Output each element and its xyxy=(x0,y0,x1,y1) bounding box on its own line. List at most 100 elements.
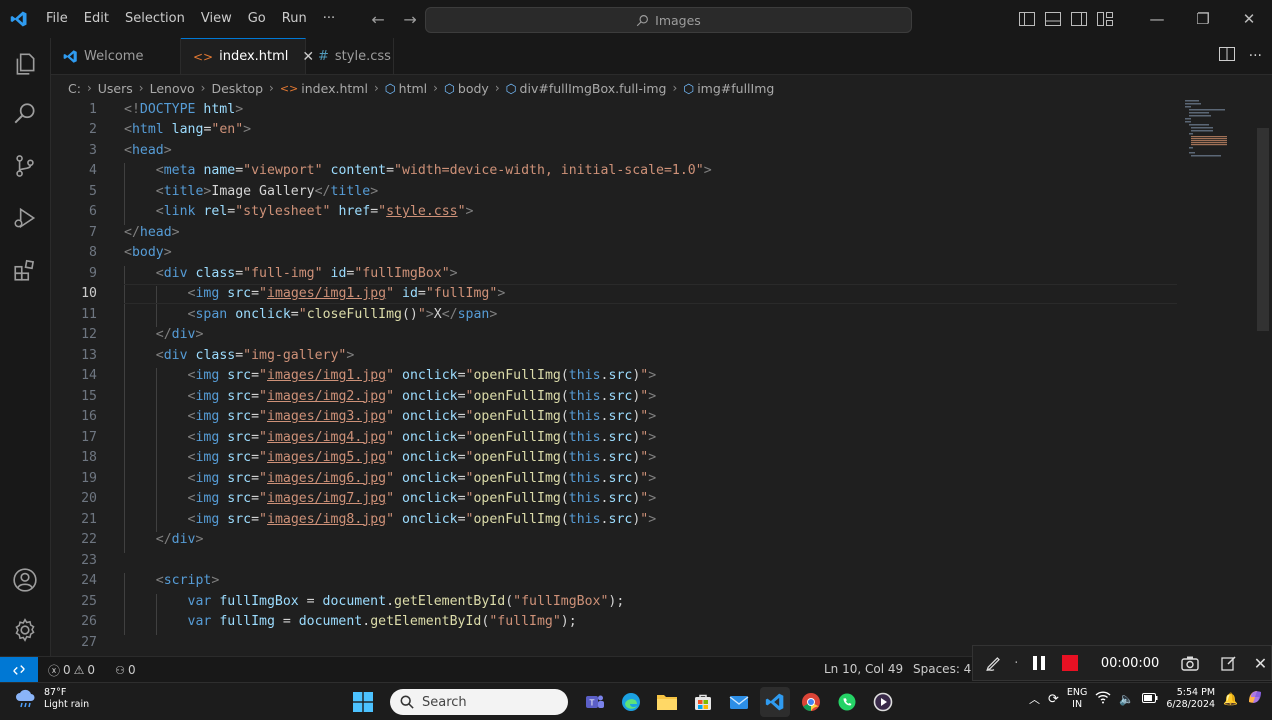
code-line[interactable]: 5 <title>Image Gallery</title> xyxy=(51,181,1257,205)
restore-icon[interactable]: ❐ xyxy=(1180,0,1226,38)
ports-status[interactable]: ⚇ 0 xyxy=(109,663,142,677)
chrome-icon[interactable] xyxy=(796,687,826,717)
code-line[interactable]: 10 <img src="images/img1.jpg" id="fullIm… xyxy=(51,283,1257,307)
cursor-position[interactable]: Ln 10, Col 49 xyxy=(818,662,909,676)
indentation[interactable]: Spaces: 4 xyxy=(907,662,977,676)
mail-icon[interactable] xyxy=(724,687,754,717)
volume-icon[interactable]: 🔈 xyxy=(1119,692,1134,706)
edge-browser-icon[interactable] xyxy=(616,687,646,717)
manage-gear-icon[interactable] xyxy=(0,606,50,654)
pen-icon[interactable] xyxy=(983,651,1004,675)
close-recorder-icon[interactable]: ✕ xyxy=(1250,651,1271,675)
customize-layout-icon[interactable] xyxy=(1094,8,1116,30)
copilot-icon[interactable] xyxy=(1246,688,1264,710)
clock[interactable]: 5:54 PM 6/28/2024 xyxy=(1166,687,1215,711)
notification-bell-icon[interactable]: 🔔 xyxy=(1223,692,1238,706)
explorer-icon[interactable] xyxy=(0,40,50,88)
code-line[interactable]: 14 <img src="images/img1.jpg" onclick="o… xyxy=(51,366,1257,389)
code-line[interactable]: 18 <img src="images/img5.jpg" onclick="o… xyxy=(51,448,1257,471)
minimize-icon[interactable]: — xyxy=(1134,0,1180,38)
code-text: <img src="images/img8.jpg" onclick="open… xyxy=(124,511,656,533)
tab-index-html[interactable]: <> index.html ✕ xyxy=(181,38,314,74)
code-line[interactable]: 13 <div class="img-gallery"> xyxy=(51,345,1257,369)
code-line[interactable]: 25 var fullImgBox = document.getElementB… xyxy=(51,591,1257,615)
code-line[interactable]: 9 <div class="full-img" id="fullImgBox"> xyxy=(51,263,1257,287)
teams-icon[interactable]: T xyxy=(580,687,610,717)
command-center-search[interactable]: Images xyxy=(425,7,912,33)
forward-arrow-icon[interactable]: → xyxy=(397,6,423,32)
breadcrumb-drive[interactable]: C: xyxy=(68,81,81,96)
code-line[interactable]: 21 <img src="images/img8.jpg" onclick="o… xyxy=(51,509,1257,533)
close-window-icon[interactable]: ✕ xyxy=(1226,0,1272,38)
breadcrumb-file[interactable]: <> index.html xyxy=(280,81,368,96)
more-actions-icon[interactable]: ··· xyxy=(1249,48,1262,64)
battery-icon[interactable] xyxy=(1142,692,1158,707)
menu-selection[interactable]: Selection xyxy=(117,0,193,38)
breadcrumb-html[interactable]: ⬡ html xyxy=(385,81,427,96)
microsoft-store-icon[interactable] xyxy=(688,687,718,717)
menu-run[interactable]: Run xyxy=(274,0,315,38)
tab-welcome[interactable]: Welcome xyxy=(51,38,181,74)
code-line[interactable]: 3 <head> xyxy=(51,140,1257,161)
problems-status[interactable]: ⓧ 0 ⚠ 0 xyxy=(42,662,101,679)
menu-view[interactable]: View xyxy=(193,0,240,38)
tab-style-css[interactable]: # style.css xyxy=(306,38,394,74)
code-line[interactable]: 12 </div> xyxy=(51,325,1257,348)
breadcrumb-desktop[interactable]: Desktop xyxy=(211,81,263,96)
code-line[interactable]: 19 <img src="images/img6.jpg" onclick="o… xyxy=(51,468,1257,492)
menu-more[interactable]: ··· xyxy=(315,0,343,38)
language-indicator[interactable]: ENG IN xyxy=(1067,687,1087,711)
code-line[interactable]: 22 </div> xyxy=(51,530,1257,553)
weather-widget[interactable]: 87°F Light rain xyxy=(14,687,89,711)
code-line[interactable]: 4 <meta name="viewport" content="width=d… xyxy=(51,161,1257,184)
extensions-icon[interactable] xyxy=(0,246,50,294)
breadcrumb-img[interactable]: ⬡ img#fullImg xyxy=(683,81,774,96)
breadcrumb-body[interactable]: ⬡ body xyxy=(444,81,489,96)
menu-go[interactable]: Go xyxy=(240,0,274,38)
stop-record-icon[interactable] xyxy=(1060,651,1081,675)
menu-edit[interactable]: Edit xyxy=(76,0,117,38)
file-explorer-icon[interactable] xyxy=(652,687,682,717)
taskbar-search-box[interactable]: Search xyxy=(390,689,568,715)
windows-start-icon[interactable] xyxy=(348,687,378,717)
code-line[interactable]: 7 </head> xyxy=(51,222,1257,243)
show-hidden-icons-icon[interactable]: ︿ xyxy=(1029,691,1040,707)
breadcrumb-div[interactable]: ⬡ div#fullImgBox.full-img xyxy=(506,81,667,96)
code-line[interactable]: 15 <img src="images/img2.jpg" onclick="o… xyxy=(51,386,1257,410)
toggle-secondary-sidebar-icon[interactable] xyxy=(1068,8,1090,30)
search-sidebar-icon[interactable] xyxy=(0,90,50,138)
breadcrumb-users[interactable]: Users xyxy=(98,81,133,96)
media-player-icon[interactable] xyxy=(868,687,898,717)
code-editor[interactable]: 1 <!DOCTYPE html> 2 <html lang="en"> 3 <head>… xyxy=(51,99,1257,656)
code-line[interactable]: 16 <img src="images/img3.jpg" onclick="o… xyxy=(51,407,1257,430)
breadcrumb-lenovo[interactable]: Lenovo xyxy=(150,81,195,96)
code-line[interactable]: 11 <span onclick="closeFullImg()">X</spa… xyxy=(51,304,1257,328)
run-debug-icon[interactable] xyxy=(0,194,50,242)
code-line[interactable]: 26 var fullImg = document.getElementById… xyxy=(51,612,1257,635)
code-line[interactable]: 17 <img src="images/img4.jpg" onclick="o… xyxy=(51,427,1257,451)
code-line[interactable]: 6 <link rel="stylesheet" href="style.css… xyxy=(51,202,1257,225)
minimap[interactable] xyxy=(1183,99,1243,159)
menu-file[interactable]: File xyxy=(38,0,76,38)
sync-icon[interactable]: ⟳ xyxy=(1048,692,1059,707)
code-line[interactable]: 2 <html lang="en"> xyxy=(51,120,1257,141)
split-editor-icon[interactable] xyxy=(1218,47,1235,65)
accounts-icon[interactable] xyxy=(0,556,50,604)
camera-icon[interactable] xyxy=(1179,651,1200,675)
wifi-icon[interactable] xyxy=(1095,690,1111,708)
code-line[interactable]: 1 <!DOCTYPE html> xyxy=(51,99,1257,120)
whatsapp-icon[interactable] xyxy=(832,687,862,717)
toggle-panel-icon[interactable] xyxy=(1042,8,1064,30)
remote-indicator-icon[interactable] xyxy=(0,657,38,683)
editor-scrollbar[interactable] xyxy=(1257,128,1269,331)
code-line[interactable]: 24 <script> xyxy=(51,571,1257,594)
code-line[interactable]: 20 <img src="images/img7.jpg" onclick="o… xyxy=(51,489,1257,512)
code-line[interactable]: 23 xyxy=(51,550,1257,571)
back-arrow-icon[interactable]: ← xyxy=(365,6,391,32)
edit-recording-icon[interactable] xyxy=(1219,651,1240,675)
code-line[interactable]: 8 <body> xyxy=(51,243,1257,264)
source-control-icon[interactable] xyxy=(0,142,50,190)
pause-icon[interactable] xyxy=(1028,651,1049,675)
toggle-primary-sidebar-icon[interactable] xyxy=(1016,8,1038,30)
vscode-taskbar-icon[interactable] xyxy=(760,687,790,717)
